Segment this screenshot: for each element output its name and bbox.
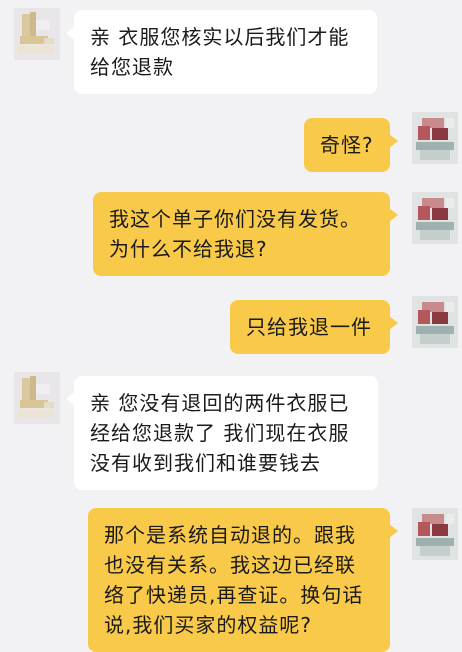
buyer-avatar-icon[interactable] <box>412 296 458 348</box>
message-row: 亲 您没有退回的两件衣服已经给您退款了 我们现在衣服没有收到我们和谁要钱去 <box>0 372 462 490</box>
message-bubble: 亲 衣服您核实以后我们才能给您退款 <box>66 10 377 94</box>
message-bubble: 奇怪? <box>304 118 398 172</box>
message-bubble: 亲 您没有退回的两件衣服已经给您退款了 我们现在衣服没有收到我们和谁要钱去 <box>66 376 378 490</box>
buyer-avatar-icon[interactable] <box>412 192 458 244</box>
message-text: 那个是系统自动退的。跟我也没有关系。我这边已经联络了快递员,再查证。换句话说,我… <box>104 523 364 637</box>
buyer-avatar-icon[interactable] <box>412 112 458 164</box>
message-text: 亲 衣服您核实以后我们才能给您退款 <box>90 25 350 79</box>
message-text: 只给我退一件 <box>246 315 372 339</box>
message-text: 我这个单子你们没有发货。为什么不给我退? <box>109 207 361 261</box>
buyer-avatar-icon[interactable] <box>412 508 458 560</box>
message-bubble: 那个是系统自动退的。跟我也没有关系。我这边已经联络了快递员,再查证。换句话说,我… <box>88 508 398 652</box>
message-text: 亲 您没有退回的两件衣服已经给您退款了 我们现在衣服没有收到我们和谁要钱去 <box>90 391 350 475</box>
message-row: 只给我退一件 <box>0 296 462 356</box>
message-row: 我这个单子你们没有发货。为什么不给我退? <box>0 190 462 276</box>
chat-window: 亲 衣服您核实以后我们才能给您退款 奇怪? 我这个单子你们没有发货。为什么不给我… <box>0 0 462 652</box>
message-row: 亲 衣服您核实以后我们才能给您退款 <box>0 6 462 94</box>
message-row: 奇怪? <box>0 112 462 172</box>
seller-avatar-icon[interactable] <box>14 8 60 60</box>
seller-avatar-icon[interactable] <box>14 372 60 424</box>
message-bubble: 我这个单子你们没有发货。为什么不给我退? <box>93 192 398 276</box>
message-text: 奇怪? <box>320 133 374 157</box>
message-bubble: 只给我退一件 <box>230 300 398 354</box>
message-row: 那个是系统自动退的。跟我也没有关系。我这边已经联络了快递员,再查证。换句话说,我… <box>0 506 462 652</box>
